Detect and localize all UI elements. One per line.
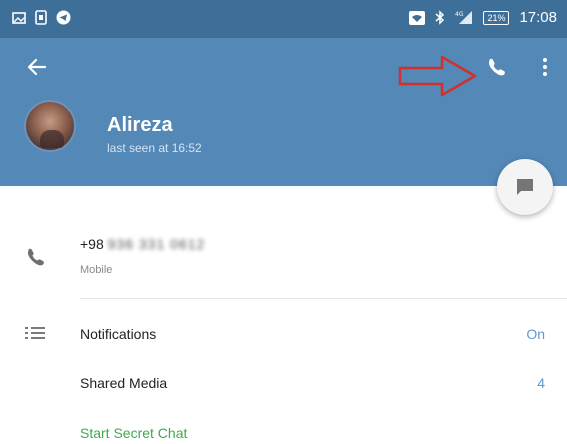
contact-header: Alireza last seen at 16:52 xyxy=(0,38,567,186)
more-vert-icon xyxy=(543,58,547,62)
phone-prefix: +98 xyxy=(80,236,104,252)
phone-icon xyxy=(489,58,505,76)
notifications-value[interactable]: On xyxy=(526,326,545,342)
phone-rest: 936 331 0612 xyxy=(107,236,206,252)
status-bar-notifications xyxy=(12,10,71,25)
phone-type-label: Mobile xyxy=(80,264,113,276)
status-bar-system: 4G 21% 17:08 xyxy=(409,9,557,26)
annotation-arrow-icon xyxy=(398,55,477,97)
avatar[interactable] xyxy=(24,100,76,152)
contact-name: Alireza xyxy=(107,114,173,136)
shared-media-label[interactable]: Shared Media xyxy=(80,375,167,391)
phone-number[interactable]: +98 936 331 0612 xyxy=(80,236,205,252)
start-secret-chat-button[interactable]: Start Secret Chat xyxy=(80,425,187,441)
last-seen-status: last seen at 16:52 xyxy=(107,141,202,155)
status-bar: 4G 21% 17:08 xyxy=(0,0,567,38)
more-options-button[interactable] xyxy=(533,52,557,82)
list-icon xyxy=(25,327,45,339)
back-button[interactable] xyxy=(22,52,52,82)
bluetooth-icon xyxy=(435,10,445,25)
back-arrow-icon xyxy=(28,59,46,75)
telegram-notification-icon xyxy=(56,10,71,25)
status-time: 17:08 xyxy=(519,9,557,26)
message-icon xyxy=(517,179,533,195)
phone-icon xyxy=(28,248,44,266)
notifications-label[interactable]: Notifications xyxy=(80,326,156,342)
signal-icon: 4G xyxy=(455,11,473,24)
image-notification-icon xyxy=(12,11,26,24)
send-message-button[interactable] xyxy=(497,159,553,215)
wifi-icon xyxy=(409,10,426,25)
call-button[interactable] xyxy=(481,52,511,82)
battery-indicator: 21% xyxy=(483,10,510,25)
shared-media-count[interactable]: 4 xyxy=(537,375,545,391)
svg-text:4G: 4G xyxy=(455,11,464,18)
sim-notification-icon xyxy=(35,10,47,25)
divider xyxy=(80,298,567,299)
